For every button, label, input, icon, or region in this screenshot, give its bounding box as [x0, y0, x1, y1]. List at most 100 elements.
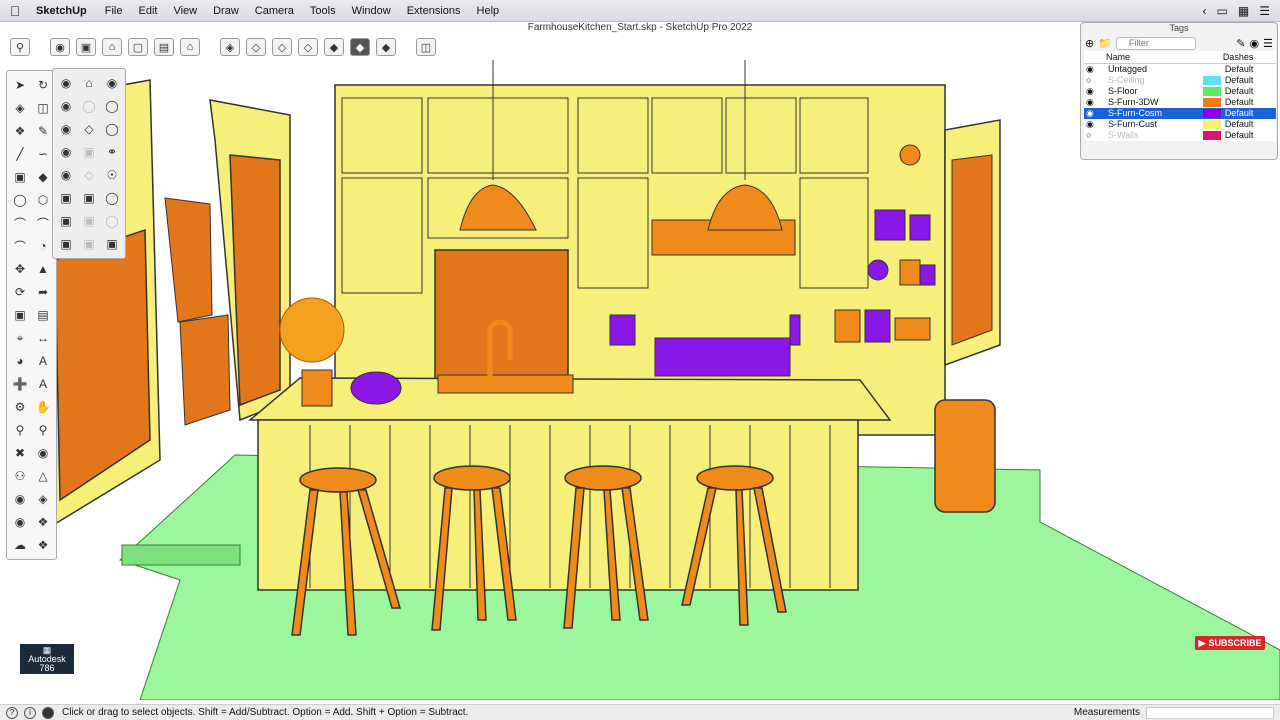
- tag-dashes[interactable]: Default: [1223, 97, 1276, 108]
- menu-edit[interactable]: Edit: [130, 5, 165, 17]
- search-icon[interactable]: ⚲: [10, 38, 30, 56]
- tag-row[interactable]: ◉ S-Floor Default: [1084, 86, 1276, 97]
- position-camera-icon[interactable]: ⚇: [10, 466, 30, 486]
- view-right-icon[interactable]: ▣: [102, 234, 122, 254]
- previous-view-icon[interactable]: ◉: [33, 443, 53, 463]
- sandbox-scratch-icon[interactable]: ⌂: [79, 73, 99, 93]
- tag-row[interactable]: ○ S-Walls Default: [1084, 130, 1276, 141]
- tag-row[interactable]: ◉ S-Furn-Cosm Default: [1084, 107, 1276, 119]
- view-back-icon[interactable]: ▤: [154, 38, 174, 56]
- polygon-tool-icon[interactable]: ⬡: [33, 190, 53, 210]
- tag-tool-icon[interactable]: ❖: [10, 121, 30, 141]
- zoom-tool-icon[interactable]: ⚲: [10, 420, 30, 440]
- axes-tool-icon[interactable]: ➕: [10, 374, 30, 394]
- add-tag-icon[interactable]: ⊕: [1085, 37, 1094, 50]
- pan-tool-icon[interactable]: ✋: [33, 397, 53, 417]
- view-iso-icon[interactable]: ▣: [56, 234, 76, 254]
- lasso-tool-icon[interactable]: ↻: [33, 75, 53, 95]
- section-cut-icon[interactable]: ⚭: [102, 142, 122, 162]
- walk-tool-icon[interactable]: △: [33, 466, 53, 486]
- scale-tool-icon[interactable]: ▣: [10, 305, 30, 325]
- extension-tool-icon[interactable]: ❖: [33, 512, 53, 532]
- eye-open-icon[interactable]: ◉: [1084, 119, 1106, 130]
- col-dashes-header[interactable]: Dashes: [1222, 51, 1276, 64]
- arc-2pt-tool-icon[interactable]: ⌒: [33, 213, 53, 233]
- line-tool-icon[interactable]: ╱: [10, 144, 30, 164]
- backedges-style-icon[interactable]: ◇: [246, 38, 266, 56]
- list-icon[interactable]: ☰: [1259, 4, 1270, 18]
- tag-name[interactable]: S-Furn-Cosm: [1106, 107, 1201, 119]
- tag-color-swatch[interactable]: [1201, 86, 1223, 97]
- section-plane-icon[interactable]: ◈: [33, 489, 53, 509]
- database-icon[interactable]: ▣: [76, 38, 96, 56]
- eye-open-icon[interactable]: ◉: [1084, 86, 1106, 97]
- tag-name[interactable]: S-Ceiling: [1106, 75, 1201, 86]
- add-folder-icon[interactable]: 📁: [1098, 37, 1112, 50]
- orbit-tool-icon[interactable]: ⚙: [10, 397, 30, 417]
- tag-dashes[interactable]: Default: [1223, 130, 1276, 141]
- warehouse-tool-icon[interactable]: ◉: [10, 512, 30, 532]
- offset-tool-icon[interactable]: ▤: [33, 305, 53, 325]
- monochrome-style-icon[interactable]: ◆: [376, 38, 396, 56]
- add-location-icon[interactable]: ▣: [56, 188, 76, 208]
- arc-tool-icon[interactable]: ⌒: [10, 213, 30, 233]
- measurements-input[interactable]: [1146, 706, 1274, 719]
- tag-color-swatch[interactable]: [1201, 63, 1223, 75]
- zoom-extents-icon[interactable]: ✖: [10, 443, 30, 463]
- eraser-tool-icon[interactable]: ◫: [33, 98, 53, 118]
- tag-color-swatch[interactable]: [1201, 130, 1223, 141]
- xray-style-icon[interactable]: ◈: [220, 38, 240, 56]
- back-icon[interactable]: ‹: [1203, 4, 1207, 18]
- tag-name[interactable]: S-Furn-Cust: [1106, 119, 1201, 130]
- shadow-toggle-icon[interactable]: ◉: [56, 165, 76, 185]
- tag-name[interactable]: S-Floor: [1106, 86, 1201, 97]
- tag-dashes[interactable]: Default: [1222, 107, 1276, 119]
- color-by-tag-icon[interactable]: ◉: [1250, 37, 1260, 50]
- screen-icon[interactable]: ▭: [1217, 4, 1228, 18]
- sample-tool-icon[interactable]: ✎: [33, 121, 53, 141]
- house-outline-icon[interactable]: ⌂: [180, 38, 200, 56]
- zoom-window-icon[interactable]: ⚲: [33, 420, 53, 440]
- toggle-terrain-icon[interactable]: ▣: [79, 188, 99, 208]
- pencil-icon[interactable]: ✎: [1236, 37, 1245, 50]
- tag-dashes[interactable]: Default: [1223, 119, 1276, 130]
- tag-row[interactable]: ○ S-Ceiling Default: [1084, 75, 1276, 86]
- menu-help[interactable]: Help: [469, 5, 508, 17]
- layout-tool-icon[interactable]: ❖: [33, 535, 53, 555]
- dc-attributes-icon[interactable]: ◯: [102, 211, 122, 231]
- section-display-icon[interactable]: ◉: [56, 142, 76, 162]
- details-icon[interactable]: ☰: [1263, 37, 1273, 50]
- eye-closed-icon[interactable]: ○: [1084, 130, 1106, 141]
- pie-tool-icon[interactable]: ◔: [33, 236, 53, 256]
- dimension-tool-icon[interactable]: ↔: [33, 328, 53, 348]
- rectangle-tool-icon[interactable]: ▣: [10, 167, 30, 187]
- solid-intersect-icon[interactable]: ◯: [79, 96, 99, 116]
- select-tool-icon[interactable]: ➤: [10, 75, 30, 95]
- subscribe-button[interactable]: ▶ SUBSCRIBE: [1195, 636, 1265, 650]
- freehand-tool-icon[interactable]: ∽: [33, 144, 53, 164]
- rotated-rect-tool-icon[interactable]: ◆: [33, 167, 53, 187]
- eye-open-icon[interactable]: ◉: [1084, 97, 1106, 108]
- dynamic-comp-icon[interactable]: ▣: [56, 211, 76, 231]
- menu-view[interactable]: View: [165, 5, 205, 17]
- view-top-icon[interactable]: ▣: [79, 234, 99, 254]
- dc-options-icon[interactable]: ▣: [79, 211, 99, 231]
- paint-bucket-icon[interactable]: ◈: [10, 98, 30, 118]
- hiddenline-style-icon[interactable]: ◇: [298, 38, 318, 56]
- tag-row[interactable]: ◉ S-Furn-Cust Default: [1084, 119, 1276, 130]
- text-tool-icon[interactable]: A: [33, 351, 53, 371]
- share-model-icon[interactable]: ☁: [10, 535, 30, 555]
- app-menu[interactable]: SketchUp: [30, 5, 97, 17]
- tag-dashes[interactable]: Default: [1223, 75, 1276, 86]
- tag-color-swatch[interactable]: [1200, 107, 1223, 119]
- menu-draw[interactable]: Draw: [205, 5, 247, 17]
- tag-name[interactable]: S-Walls: [1106, 130, 1201, 141]
- menu-extensions[interactable]: Extensions: [399, 5, 469, 17]
- textured-style-icon[interactable]: ◆: [350, 38, 370, 56]
- menu-camera[interactable]: Camera: [247, 5, 302, 17]
- protractor-tool-icon[interactable]: ◕: [10, 351, 30, 371]
- view-front-icon[interactable]: ▢: [128, 38, 148, 56]
- grid-icon[interactable]: ▦: [1238, 4, 1249, 18]
- col-name-header[interactable]: Name: [1106, 51, 1201, 64]
- tag-row[interactable]: ◉ S-Furn-3DW Default: [1084, 97, 1276, 108]
